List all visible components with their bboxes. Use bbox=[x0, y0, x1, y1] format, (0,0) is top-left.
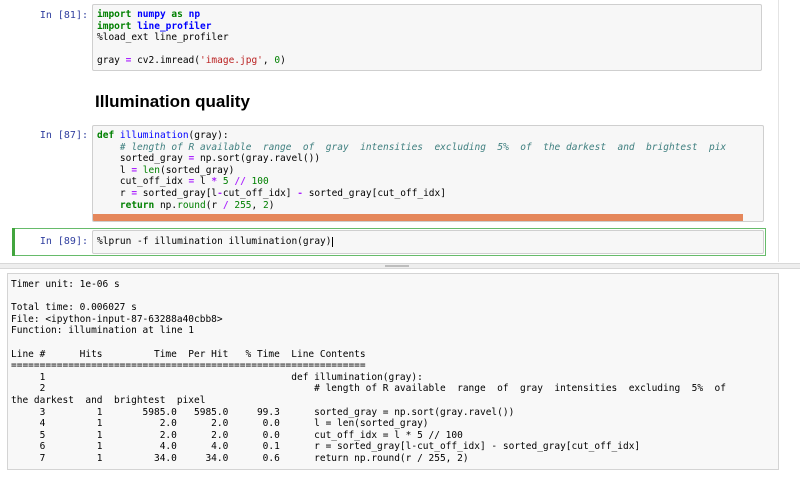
markdown-heading: Illumination quality bbox=[95, 92, 250, 111]
code-cell-89[interactable]: %lprun -f illumination illumination(gray… bbox=[92, 230, 764, 254]
code-line: return np.round(r / 255, 2) bbox=[119, 199, 275, 211]
code-cell-89-source[interactable]: %lprun -f illumination illumination(gray… bbox=[93, 231, 763, 248]
text-cursor bbox=[331, 236, 333, 247]
notebook-area: In [81]: import numpy as np import line_… bbox=[0, 0, 800, 262]
code-line: %load_ext line_profiler bbox=[97, 32, 229, 44]
code-line: l = len(sorted_gray) bbox=[97, 164, 235, 176]
notebook-edge bbox=[778, 0, 779, 262]
code-line: import line_profiler bbox=[97, 20, 212, 32]
code-line: # length of R available range of gray in… bbox=[97, 141, 727, 153]
cell-prompt-89: In [89]: bbox=[39, 236, 88, 247]
code-cell-87[interactable]: def illumination(gray): # length of R av… bbox=[92, 125, 764, 222]
code-line: cut_off_idx = l * 5 // 100 bbox=[97, 176, 269, 188]
profiler-output: Timer unit: 1e-06 s Total time: 0.006027… bbox=[11, 279, 726, 464]
code-line: import numpy as np bbox=[97, 9, 201, 20]
code-line: %lprun -f illumination illumination(gray… bbox=[97, 236, 332, 247]
cell-prompt-81: In [81]: bbox=[39, 10, 88, 21]
pager-output[interactable]: Timer unit: 1e-06 s Total time: 0.006027… bbox=[7, 273, 779, 470]
code-cell-81[interactable]: import numpy as np import line_profiler … bbox=[92, 4, 762, 71]
code-cell-87-source[interactable]: def illumination(gray): # length of R av… bbox=[93, 126, 763, 211]
cell-prompt-87: In [87]: bbox=[39, 130, 88, 141]
code-line: sorted_gray = np.sort(gray.ravel()) bbox=[97, 153, 321, 165]
code-line: gray = cv2.imread('image.jpg', 0) bbox=[97, 55, 286, 67]
code-line: def illumination(gray): bbox=[97, 130, 229, 141]
execution-progress-bar bbox=[93, 214, 743, 221]
code-cell-81-source[interactable]: import numpy as np import line_profiler … bbox=[93, 5, 761, 67]
pager-resize-grip-icon[interactable] bbox=[385, 265, 409, 267]
code-line: r = sorted_gray[l-cut_off_idx] - sorted_… bbox=[97, 187, 446, 199]
